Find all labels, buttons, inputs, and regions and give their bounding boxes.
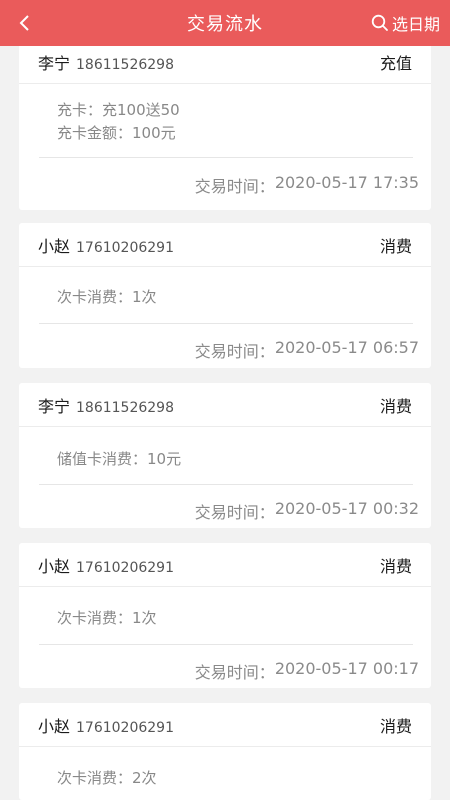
detail-line: 充卡：充100送50 xyxy=(57,101,180,119)
transaction-type: 消费 xyxy=(379,716,412,736)
time-label: 交易时间： xyxy=(194,342,275,361)
transaction-type: 消费 xyxy=(379,556,412,576)
divider xyxy=(39,323,413,324)
customer-info: 李宁 18611526298 xyxy=(38,393,174,417)
detail-line: 充卡金额：100元 xyxy=(57,124,176,142)
transaction-time: 交易时间： 2020-05-17 06:57 xyxy=(195,338,419,362)
customer-phone: 18611526298 xyxy=(76,399,174,416)
customer-info: 小赵 17610206291 xyxy=(38,713,174,737)
app-screen: 交易流水 选日期 李宁 18611526298 充值 充卡：充100送50 充卡… xyxy=(0,0,450,800)
card-header: 李宁 18611526298 消费 xyxy=(19,383,431,427)
top-bar: 交易流水 选日期 xyxy=(0,0,450,46)
customer-info: 李宁 18611526298 xyxy=(38,50,174,74)
divider xyxy=(39,644,413,645)
transaction-card[interactable]: 小赵 17610206291 消费 次卡消费：1次 交易时间： 2020-05-… xyxy=(19,223,431,368)
customer-info: 小赵 17610206291 xyxy=(38,233,174,257)
chevron-left-icon xyxy=(19,15,29,31)
time-value: 2020-05-17 00:17 xyxy=(274,659,419,678)
customer-name: 李宁 xyxy=(38,396,71,416)
transaction-type: 充值 xyxy=(379,53,412,73)
transaction-card[interactable]: 李宁 18611526298 充值 充卡：充100送50 充卡金额：100元 交… xyxy=(19,40,431,210)
divider xyxy=(39,157,413,158)
customer-name: 小赵 xyxy=(38,716,71,736)
search-icon xyxy=(371,14,388,31)
time-value: 2020-05-17 00:32 xyxy=(274,499,419,518)
transaction-card[interactable]: 小赵 17610206291 消费 次卡消费：1次 交易时间： 2020-05-… xyxy=(19,543,431,688)
customer-phone: 17610206291 xyxy=(76,239,174,256)
transaction-card[interactable]: 李宁 18611526298 消费 储值卡消费：10元 交易时间： 2020-0… xyxy=(19,383,431,528)
customer-name: 李宁 xyxy=(38,53,71,73)
customer-phone: 17610206291 xyxy=(76,719,174,736)
customer-name: 小赵 xyxy=(38,556,71,576)
transaction-card[interactable]: 小赵 17610206291 消费 次卡消费：2次 xyxy=(19,703,431,800)
select-date-label: 选日期 xyxy=(391,15,440,34)
transaction-time: 交易时间： 2020-05-17 00:17 xyxy=(195,659,419,683)
time-label: 交易时间： xyxy=(194,503,275,522)
transaction-type: 消费 xyxy=(379,396,412,416)
transaction-time: 交易时间： 2020-05-17 00:32 xyxy=(195,499,419,523)
card-header: 小赵 17610206291 消费 xyxy=(19,223,431,267)
customer-name: 小赵 xyxy=(38,236,71,256)
transaction-time: 交易时间： 2020-05-17 17:35 xyxy=(195,173,419,197)
time-label: 交易时间： xyxy=(194,663,275,682)
detail-line: 次卡消费：1次 xyxy=(57,609,157,627)
time-value: 2020-05-17 17:35 xyxy=(274,173,419,192)
divider xyxy=(39,484,413,485)
customer-phone: 18611526298 xyxy=(76,56,174,73)
back-button[interactable] xyxy=(8,0,42,46)
card-header: 李宁 18611526298 充值 xyxy=(19,40,431,84)
detail-line: 次卡消费：2次 xyxy=(57,769,157,787)
customer-phone: 17610206291 xyxy=(76,559,174,576)
time-value: 2020-05-17 06:57 xyxy=(274,338,419,357)
select-date-button[interactable]: 选日期 xyxy=(371,0,440,46)
time-label: 交易时间： xyxy=(194,177,275,196)
detail-line: 储值卡消费：10元 xyxy=(57,450,182,468)
transaction-type: 消费 xyxy=(379,236,412,256)
customer-info: 小赵 17610206291 xyxy=(38,553,174,577)
card-header: 小赵 17610206291 消费 xyxy=(19,543,431,587)
page-title: 交易流水 xyxy=(187,14,263,35)
card-header: 小赵 17610206291 消费 xyxy=(19,703,431,747)
detail-line: 次卡消费：1次 xyxy=(57,288,157,306)
